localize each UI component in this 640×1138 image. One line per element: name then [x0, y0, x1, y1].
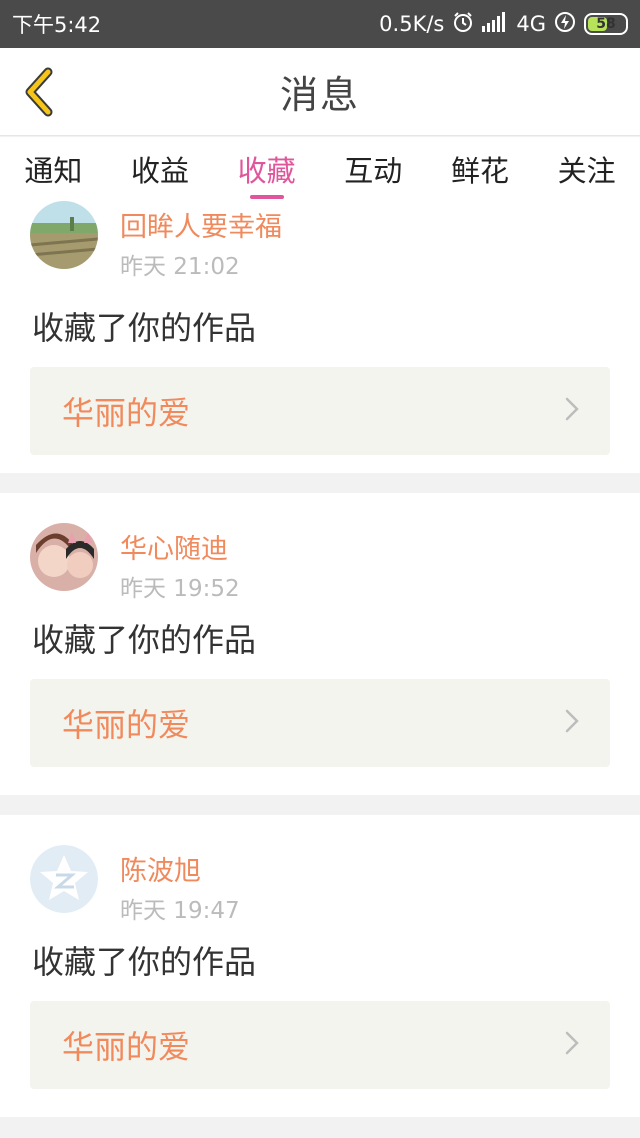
- status-bar: 下午5:42 0.5K/s 4G 58: [0, 0, 640, 48]
- work-title: 华丽的爱: [62, 1028, 191, 1066]
- work-title: 华丽的爱: [62, 394, 191, 432]
- tab-earnings[interactable]: 收益: [127, 137, 193, 201]
- username[interactable]: 回眸人要幸福: [120, 205, 282, 244]
- username[interactable]: 华心随迪: [120, 527, 228, 566]
- battery-icon: 58: [584, 13, 628, 35]
- battery-level: 58: [596, 16, 616, 32]
- list-item: 回眸人要幸福 昨天 21:02 收藏了你的作品 华丽的爱: [0, 201, 640, 473]
- qq-default-avatar-icon: [30, 845, 98, 913]
- status-indicators: 0.5K/s 4G 58: [379, 11, 628, 38]
- status-time: 下午5:42: [12, 13, 102, 37]
- signal-icon: [482, 11, 508, 37]
- username[interactable]: 陈波旭: [120, 849, 201, 888]
- tab-interactions[interactable]: 互动: [340, 137, 406, 201]
- work-link[interactable]: 华丽的爱: [30, 1001, 610, 1089]
- chevron-right-icon: [564, 396, 580, 426]
- action-text: 收藏了你的作品: [32, 943, 257, 981]
- network-type: 4G: [516, 12, 546, 36]
- back-button[interactable]: [16, 66, 60, 118]
- work-title: 华丽的爱: [62, 706, 191, 744]
- network-speed: 0.5K/s: [379, 12, 445, 36]
- avatar[interactable]: [30, 523, 98, 591]
- tab-favorites[interactable]: 收藏: [234, 137, 300, 201]
- charging-icon: [554, 11, 576, 38]
- timestamp: 昨天 21:02: [120, 254, 240, 280]
- landscape-avatar-icon: [30, 201, 98, 269]
- alarm-icon: [452, 11, 474, 38]
- photo-avatar-icon: [30, 523, 98, 591]
- work-link[interactable]: 华丽的爱: [30, 679, 610, 767]
- back-arrow-icon: [25, 67, 53, 117]
- work-link[interactable]: 华丽的爱: [30, 367, 610, 455]
- action-text: 收藏了你的作品: [32, 621, 257, 659]
- message-list: 回眸人要幸福 昨天 21:02 收藏了你的作品 华丽的爱 华心随迪 昨天 19:…: [0, 201, 640, 1117]
- list-item: 华心随迪 昨天 19:52 收藏了你的作品 华丽的爱: [0, 493, 640, 795]
- timestamp: 昨天 19:47: [120, 898, 240, 924]
- tab-follows[interactable]: 关注: [554, 137, 620, 201]
- header: 消息: [0, 48, 640, 136]
- avatar[interactable]: [30, 201, 98, 269]
- page-title: 消息: [279, 73, 360, 117]
- avatar[interactable]: [30, 845, 98, 913]
- timestamp: 昨天 19:52: [120, 576, 240, 602]
- chevron-right-icon: [564, 708, 580, 738]
- chevron-right-icon: [564, 1030, 580, 1060]
- tab-flowers[interactable]: 鲜花: [447, 137, 513, 201]
- tab-bar: 通知 收益 收藏 互动 鲜花 关注: [0, 137, 640, 201]
- action-text: 收藏了你的作品: [32, 309, 257, 347]
- tab-notifications[interactable]: 通知: [20, 137, 86, 201]
- list-item: 陈波旭 昨天 19:47 收藏了你的作品 华丽的爱: [0, 815, 640, 1117]
